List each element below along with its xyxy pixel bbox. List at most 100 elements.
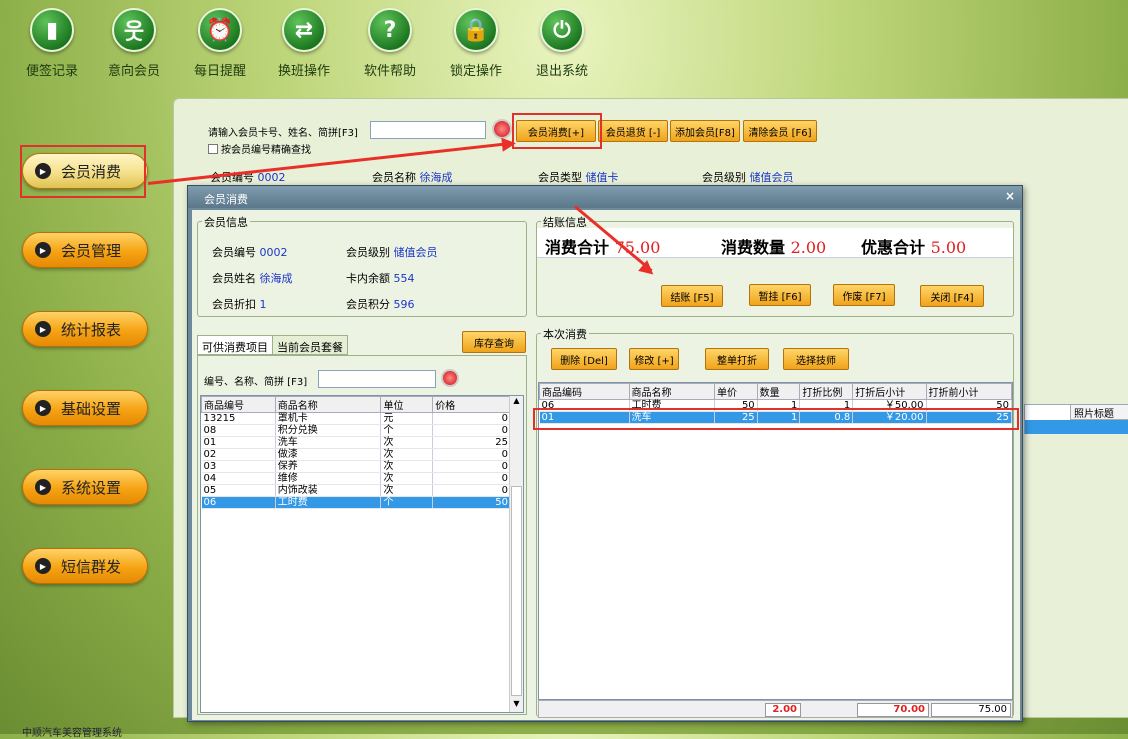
member-search-input[interactable]: [370, 121, 486, 139]
discount-total-field: 优惠合计 5.00: [861, 234, 966, 258]
table-cell: 25: [432, 436, 511, 449]
background-photo-grid: 照片标题: [1024, 404, 1128, 434]
info-no-value: 0002: [259, 246, 288, 259]
delete-item-button[interactable]: 删除 [Del]: [551, 348, 617, 370]
toolbar-switch-arrows-button[interactable]: ⇄ 换班操作: [264, 8, 344, 79]
member-info-title: 会员信息: [202, 214, 250, 230]
items-col-header[interactable]: 商品编号: [201, 396, 276, 413]
items-col-header[interactable]: 商品名称: [274, 396, 382, 413]
table-cell: 元: [380, 412, 434, 425]
checkout-button[interactable]: 结账 [F5]: [661, 285, 723, 307]
table-cell: 03: [201, 460, 276, 473]
toolbar-label: 每日提醒: [193, 64, 246, 79]
table-cell: 次: [380, 448, 434, 461]
play-icon: ▶: [35, 242, 51, 258]
sidebar-item-label: 基础设置: [61, 399, 122, 418]
current-consume-title: 本次消费: [541, 326, 589, 342]
edit-item-button[interactable]: 修改 [+]: [629, 348, 679, 370]
table-cell: 06: [201, 496, 276, 509]
toolbar-alarm-clock-button[interactable]: ⏰ 每日提醒: [180, 8, 260, 79]
table-row[interactable]: 04 维修次 0: [201, 472, 511, 485]
summary-after: 70.00: [857, 703, 929, 717]
info-discount: 会员折扣 1: [212, 296, 267, 312]
tab-available-items[interactable]: 可供消费项目: [197, 335, 273, 355]
table-cell: 做漆: [275, 448, 382, 461]
whole-order-discount-button[interactable]: 整单打折: [705, 348, 769, 370]
exact-search-checkbox[interactable]: 按会员编号精确查找: [208, 141, 311, 156]
search-prompt: 请输入会员卡号、姓名、简拼[F3]: [208, 128, 358, 139]
table-cell: 05: [201, 484, 276, 497]
highlight-selected-row: [533, 408, 1019, 430]
table-row[interactable]: 13215 罩机卡元 0: [201, 412, 511, 425]
table-cell: 0: [432, 412, 511, 425]
table-row[interactable]: 01 洗车次 25: [201, 436, 511, 449]
quantity-field: 消费数量 2.00: [721, 234, 826, 258]
items-scrollbar[interactable]: ▲ ▼: [509, 396, 523, 712]
toolbar-person-button[interactable]: 웃 意向会员: [94, 8, 174, 79]
current-col-header[interactable]: 打折后小计: [852, 383, 927, 400]
table-cell: 次: [380, 484, 434, 497]
sidebar-item-3[interactable]: ▶ 基础设置: [22, 390, 148, 426]
table-row[interactable]: 06 工时费个 50: [201, 496, 511, 509]
items-scroll-thumb[interactable]: [511, 486, 522, 696]
sidebar-item-5[interactable]: ▶ 短信群发: [22, 548, 148, 584]
toolbar-power-button[interactable]: ⏻ 退出系统: [522, 8, 602, 79]
highlight-consume-button: [512, 113, 602, 149]
table-cell: 维修: [275, 472, 382, 485]
table-row[interactable]: 02 做漆次 0: [201, 448, 511, 461]
toolbar-note-button[interactable]: ▮ 便签记录: [12, 8, 92, 79]
scroll-up-icon[interactable]: ▲: [510, 396, 523, 409]
table-row[interactable]: 03 保养次 0: [201, 460, 511, 473]
member-consume-dialog: 会员消费 × 会员信息 会员编号 0002 会员级别 储值会员 会员姓名 徐海成…: [187, 185, 1023, 722]
table-cell: 0: [432, 484, 511, 497]
toolbar-label: 意向会员: [107, 64, 160, 79]
hold-button[interactable]: 暂挂 [F6]: [749, 284, 811, 306]
member-info-group: 会员信息 会员编号 0002 会员级别 储值会员 会员姓名 徐海成 卡内余额 5…: [197, 214, 527, 317]
checkbox-box[interactable]: [208, 143, 218, 154]
table-cell: 洗车: [275, 436, 382, 449]
toolbar-help-button[interactable]: ? 软件帮助: [350, 8, 430, 79]
sidebar-item-4[interactable]: ▶ 系统设置: [22, 469, 148, 505]
table-row[interactable]: 05 内饰改装次 0: [201, 484, 511, 497]
add-member-button[interactable]: 添加会员[F8]: [670, 120, 740, 142]
member-no-value: 0002: [257, 171, 286, 184]
current-col-header[interactable]: 商品编码: [539, 383, 630, 400]
current-col-header[interactable]: 商品名称: [628, 383, 715, 400]
toolbar-label: 退出系统: [535, 64, 588, 79]
close-icon[interactable]: ×: [1005, 189, 1015, 203]
current-col-header[interactable]: 打折比例: [799, 383, 854, 400]
items-col-header[interactable]: 单位: [380, 396, 434, 413]
tab-member-packages[interactable]: 当前会员套餐: [272, 335, 348, 355]
current-col-header[interactable]: 打折前小计: [925, 383, 1012, 400]
item-search-icon[interactable]: [441, 369, 459, 387]
table-row[interactable]: 08 积分兑换个 0: [201, 424, 511, 437]
alarm-clock-icon: ⏰: [198, 8, 242, 52]
current-col-header[interactable]: 单价: [713, 383, 758, 400]
sidebar-item-1[interactable]: ▶ 会员管理: [22, 232, 148, 268]
arrowhead-1: [501, 136, 517, 152]
highlight-member-consume: [20, 145, 146, 198]
info-points-label: 会员积分: [346, 298, 390, 311]
info-level: 会员级别 储值会员: [346, 244, 438, 260]
table-cell: 01: [201, 436, 276, 449]
toolbar-lock-button[interactable]: 🔒 锁定操作: [436, 8, 516, 79]
current-col-header[interactable]: 数量: [756, 383, 801, 400]
select-technician-button[interactable]: 选择技师: [783, 348, 849, 370]
table-cell: 次: [380, 436, 434, 449]
play-icon: ▶: [35, 479, 51, 495]
void-button[interactable]: 作废 [F7]: [833, 284, 895, 306]
close-button[interactable]: 关闭 [F4]: [920, 285, 984, 307]
note-icon: ▮: [30, 8, 74, 52]
stock-query-button[interactable]: 库存查询: [462, 331, 526, 353]
item-search-label: 编号、名称、简拼 [F3]: [204, 377, 308, 388]
info-name-value: 徐海成: [259, 272, 293, 285]
item-search-input[interactable]: [318, 370, 436, 388]
sidebar-item-2[interactable]: ▶ 统计报表: [22, 311, 148, 347]
lock-icon: 🔒: [454, 8, 498, 52]
items-col-header[interactable]: 价格: [432, 396, 511, 413]
member-name-field: 会员名称 徐海成: [372, 169, 453, 185]
clear-member-button[interactable]: 清除会员 [F6]: [743, 120, 817, 142]
member-return-button[interactable]: 会员退货 [-]: [598, 120, 668, 142]
scroll-down-icon[interactable]: ▼: [510, 699, 523, 712]
table-cell: 0: [432, 460, 511, 473]
